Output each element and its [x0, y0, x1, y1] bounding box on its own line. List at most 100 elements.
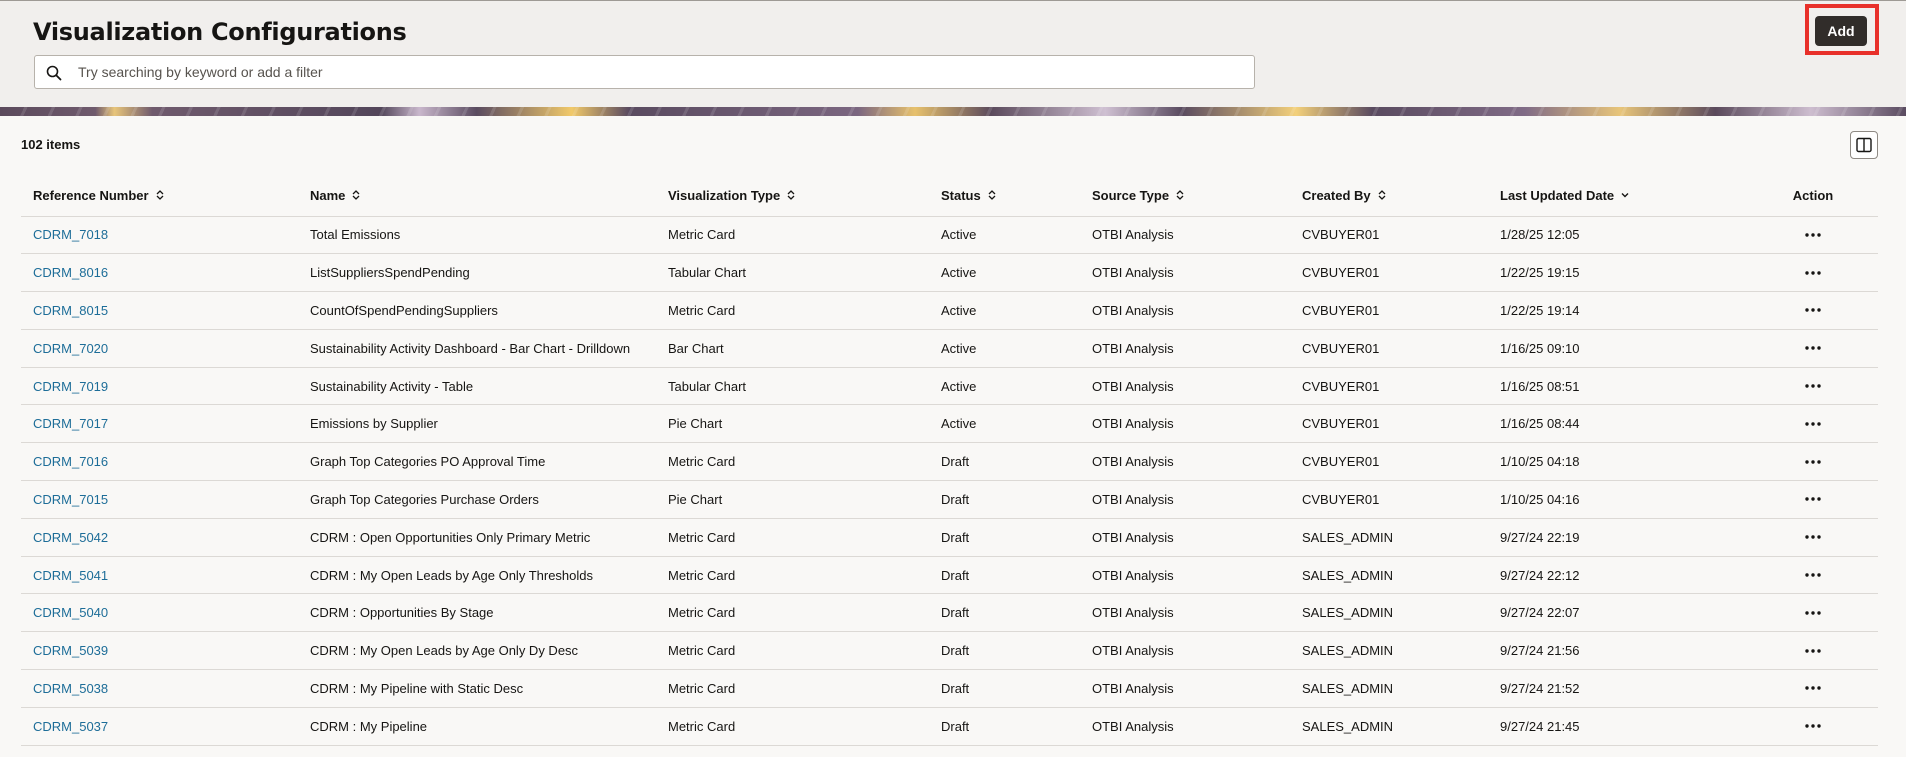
- table-row[interactable]: CDRM_5041 CDRM : My Open Leads by Age Onl…: [21, 556, 1878, 595]
- table-row[interactable]: CDRM_8015 CountOfSpendPendingSuppliers Met…: [21, 291, 1878, 330]
- table-row[interactable]: CDRM_7017 Emissions by Supplier Pie Chart A…: [21, 404, 1878, 444]
- reference-link[interactable]: CDRM_7018: [33, 227, 108, 242]
- cell-name: Sustainability Activity Dashboard - Bar …: [298, 329, 656, 368]
- more-horizontal-icon[interactable]: [1803, 716, 1823, 736]
- cell-last-updated-date: 1/10/25 04:18: [1488, 442, 1748, 482]
- cell-visualization-type: Metric Card: [656, 669, 929, 708]
- reference-link[interactable]: CDRM_7020: [33, 341, 108, 356]
- more-horizontal-icon[interactable]: [1803, 641, 1823, 661]
- table-row[interactable]: CDRM_7020 Sustainability Activity Dashboa…: [21, 329, 1878, 368]
- reference-link[interactable]: CDRM_7019: [33, 379, 108, 394]
- table-row[interactable]: CDRM_5039 CDRM : My Open Leads by Age Onl…: [21, 631, 1878, 671]
- cell-created-by: CVBUYER01: [1290, 404, 1488, 444]
- more-horizontal-icon[interactable]: [1803, 489, 1823, 509]
- column-layout-button[interactable]: [1850, 131, 1878, 159]
- column-header-source-type[interactable]: Source Type: [1080, 176, 1290, 217]
- more-horizontal-icon[interactable]: [1803, 376, 1823, 396]
- sort-icon[interactable]: [786, 189, 796, 204]
- more-horizontal-icon[interactable]: [1803, 565, 1823, 585]
- reference-link[interactable]: CDRM_5038: [33, 681, 108, 696]
- more-horizontal-icon[interactable]: [1803, 527, 1823, 547]
- table-row[interactable]: CDRM_5038 CDRM : My Pipeline with Static …: [21, 669, 1878, 708]
- cell-status: Draft: [929, 556, 1080, 595]
- column-header-status[interactable]: Status: [929, 176, 1080, 217]
- reference-link[interactable]: CDRM_5041: [33, 568, 108, 583]
- cell-status: Active: [929, 329, 1080, 368]
- column-header-label: Source Type: [1092, 187, 1170, 203]
- reference-link[interactable]: CDRM_8015: [33, 303, 108, 318]
- cell-name: Sustainability Activity - Table: [298, 367, 656, 406]
- table-row[interactable]: CDRM_5040 CDRM : Opportunities By Stage Me…: [21, 593, 1878, 633]
- cell-status: Active: [929, 253, 1080, 293]
- table-row[interactable]: CDRM_7018 Total Emissions Metric Card Activ…: [21, 216, 1878, 255]
- cell-status: Draft: [929, 707, 1080, 746]
- search-box[interactable]: [34, 55, 1255, 89]
- table-row[interactable]: CDRM_7016 Graph Top Categories PO Approva…: [21, 442, 1878, 482]
- column-header-visualization-type[interactable]: Visualization Type: [656, 176, 929, 217]
- cell-reference-number: CDRM_8015: [21, 291, 298, 330]
- cell-created-by: SALES_ADMIN: [1290, 593, 1488, 633]
- cell-name: CDRM : Opportunities By Stage: [298, 593, 656, 633]
- more-horizontal-icon[interactable]: [1803, 338, 1823, 358]
- cell-last-updated-date: 1/22/25 19:14: [1488, 291, 1748, 330]
- reference-link[interactable]: CDRM_7016: [33, 454, 108, 469]
- decorative-banner: [0, 107, 1906, 116]
- more-horizontal-icon[interactable]: [1803, 263, 1823, 283]
- cell-source-type: OTBI Analysis: [1080, 442, 1290, 482]
- cell-last-updated-date: 1/16/25 08:51: [1488, 367, 1748, 406]
- more-horizontal-icon[interactable]: [1803, 225, 1823, 245]
- sort-desc-icon[interactable]: [1620, 189, 1630, 204]
- cell-name: Graph Top Categories PO Approval Time: [298, 442, 656, 482]
- sort-icon[interactable]: [1377, 189, 1387, 204]
- reference-link[interactable]: CDRM_8016: [33, 265, 108, 280]
- column-header-name[interactable]: Name: [298, 176, 656, 217]
- cell-visualization-type: Metric Card: [656, 291, 929, 330]
- search-input[interactable]: [78, 57, 1238, 87]
- cell-source-type: OTBI Analysis: [1080, 480, 1290, 519]
- sort-icon[interactable]: [351, 189, 361, 204]
- more-horizontal-icon[interactable]: [1803, 603, 1823, 623]
- sort-icon[interactable]: [155, 189, 165, 204]
- cell-source-type: OTBI Analysis: [1080, 404, 1290, 444]
- reference-link[interactable]: CDRM_7017: [33, 416, 108, 431]
- cell-source-type: OTBI Analysis: [1080, 367, 1290, 406]
- cell-source-type: OTBI Analysis: [1080, 291, 1290, 330]
- more-horizontal-icon[interactable]: [1803, 678, 1823, 698]
- columns-icon: [1856, 137, 1872, 153]
- column-header-last-updated-date[interactable]: Last Updated Date: [1488, 176, 1748, 217]
- cell-action: [1748, 518, 1878, 557]
- sort-icon[interactable]: [1175, 189, 1185, 204]
- reference-link[interactable]: CDRM_5042: [33, 530, 108, 545]
- table-row[interactable]: CDRM_7019 Sustainability Activity - Table…: [21, 367, 1878, 406]
- cell-last-updated-date: 9/27/24 21:52: [1488, 669, 1748, 708]
- cell-reference-number: CDRM_5037: [21, 707, 298, 746]
- page-header: Visualization Configurations Add: [0, 0, 1906, 107]
- column-header-reference-number[interactable]: Reference Number: [21, 176, 298, 217]
- table-row[interactable]: CDRM_7015 Graph Top Categories Purchase O…: [21, 480, 1878, 519]
- more-horizontal-icon[interactable]: [1803, 300, 1823, 320]
- sort-icon[interactable]: [987, 189, 997, 204]
- more-horizontal-icon[interactable]: [1803, 452, 1823, 472]
- cell-action: [1748, 480, 1878, 519]
- more-horizontal-icon[interactable]: [1803, 414, 1823, 434]
- table-row[interactable]: CDRM_5037 CDRM : My Pipeline Metric Card Dr…: [21, 707, 1878, 746]
- cell-name: CDRM : My Open Leads by Age Only Thresho…: [298, 556, 656, 595]
- cell-source-type: OTBI Analysis: [1080, 556, 1290, 595]
- search-icon: [46, 65, 62, 81]
- column-header-created-by[interactable]: Created By: [1290, 176, 1488, 217]
- cell-name: CountOfSpendPendingSuppliers: [298, 291, 656, 330]
- cell-last-updated-date: 1/16/25 09:10: [1488, 329, 1748, 368]
- cell-created-by: CVBUYER01: [1290, 329, 1488, 368]
- cell-action: [1748, 556, 1878, 595]
- reference-link[interactable]: CDRM_7015: [33, 492, 108, 507]
- table-row[interactable]: CDRM_8016 ListSuppliersSpendPending Tabula…: [21, 253, 1878, 293]
- reference-link[interactable]: CDRM_5037: [33, 719, 108, 734]
- reference-link[interactable]: CDRM_5039: [33, 643, 108, 658]
- column-header-label: Status: [941, 187, 981, 203]
- cell-last-updated-date: 1/28/25 12:05: [1488, 216, 1748, 255]
- reference-link[interactable]: CDRM_5040: [33, 605, 108, 620]
- add-button[interactable]: Add: [1815, 16, 1867, 46]
- cell-visualization-type: Metric Card: [656, 707, 929, 746]
- cell-source-type: OTBI Analysis: [1080, 631, 1290, 671]
- table-row[interactable]: CDRM_5042 CDRM : Open Opportunities Only …: [21, 518, 1878, 557]
